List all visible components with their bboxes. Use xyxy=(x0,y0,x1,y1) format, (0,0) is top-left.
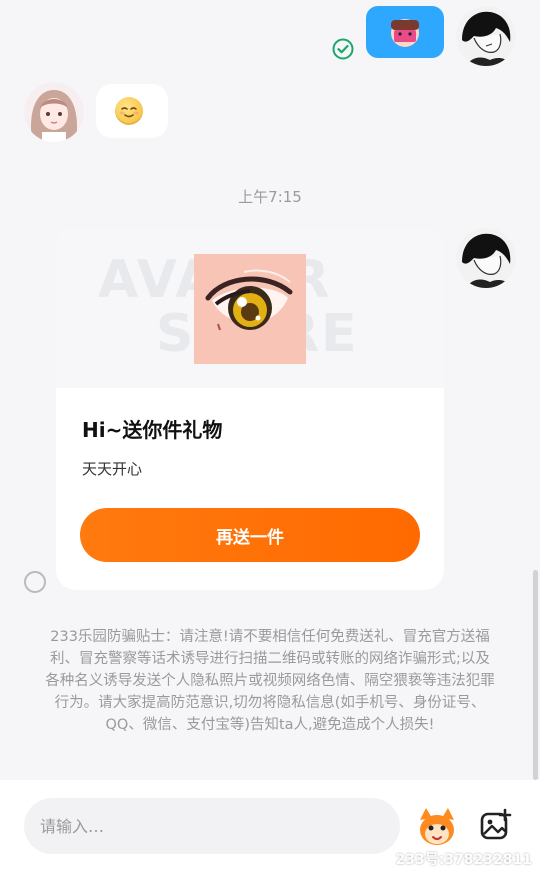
anti-fraud-notice: 233乐园防骗贴士：请注意!请不要相信任何免费送礼、冒充官方送福利、冒充警察等话… xyxy=(45,629,495,733)
relieved-face-icon xyxy=(115,97,143,125)
gift-card-subtitle: 天天开心 xyxy=(82,460,143,478)
message-input[interactable] xyxy=(24,798,400,854)
gift-image-area: AVATAR STORE xyxy=(56,228,444,388)
user-id-watermark: 233号:378232811 xyxy=(395,852,533,868)
scrollbar-thumb[interactable] xyxy=(533,570,538,780)
send-another-button[interactable]: 再送一件 xyxy=(80,508,420,562)
gift-card[interactable]: AVATAR STORE Hi~送你件礼物 天天开心 再送一件 xyxy=(56,228,444,590)
my-avatar-card[interactable] xyxy=(456,228,516,288)
image-add-icon[interactable] xyxy=(478,808,514,844)
sent-sticker-bubble[interactable] xyxy=(366,6,444,58)
mascot-sticker-icon[interactable] xyxy=(416,806,458,848)
sent-status-check-icon xyxy=(332,38,354,60)
incoming-emoji-bubble[interactable] xyxy=(96,84,168,138)
gift-eye-image xyxy=(194,254,306,364)
select-radio-icon[interactable] xyxy=(24,571,46,593)
sticker-icon xyxy=(391,19,419,47)
contact-avatar[interactable] xyxy=(24,82,84,142)
gift-card-title: Hi~送你件礼物 xyxy=(82,418,223,442)
my-avatar-top[interactable] xyxy=(456,6,516,66)
message-timestamp: 上午7:15 xyxy=(238,188,302,206)
